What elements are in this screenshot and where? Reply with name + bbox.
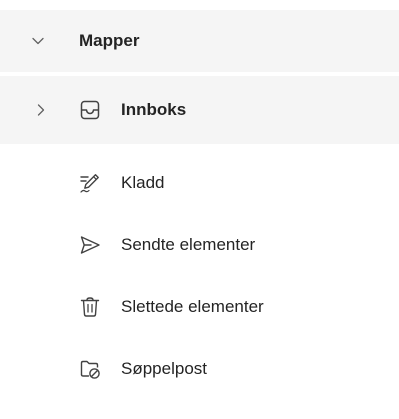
folders-header[interactable]: Mapper bbox=[0, 10, 399, 72]
trash-icon bbox=[79, 296, 101, 318]
folders-header-label: Mapper bbox=[79, 31, 140, 50]
folder-item-drafts[interactable]: Kladd bbox=[0, 152, 399, 214]
folder-item-junk[interactable]: Søppelpost bbox=[0, 338, 399, 400]
folder-item-label: Søppelpost bbox=[121, 359, 207, 378]
folder-item-sent[interactable]: Sendte elementer bbox=[0, 214, 399, 276]
drafts-pencil-icon bbox=[79, 172, 101, 194]
chevron-down-icon[interactable] bbox=[30, 33, 46, 49]
chevron-right-icon[interactable] bbox=[33, 102, 49, 118]
folders-pane: Mapper Innboks Kladd Sendte elementer Sl… bbox=[0, 0, 399, 419]
folder-item-inbox[interactable]: Innboks bbox=[0, 76, 399, 144]
folder-item-label: Sendte elementer bbox=[121, 235, 256, 254]
folder-item-label: Kladd bbox=[121, 173, 165, 192]
folder-item-deleted[interactable]: Slettede elementer bbox=[0, 276, 399, 338]
folder-item-label: Innboks bbox=[121, 100, 187, 119]
folder-item-label: Slettede elementer bbox=[121, 297, 264, 316]
junk-folder-icon bbox=[79, 358, 101, 380]
inbox-icon bbox=[79, 99, 101, 121]
send-icon bbox=[79, 234, 101, 256]
